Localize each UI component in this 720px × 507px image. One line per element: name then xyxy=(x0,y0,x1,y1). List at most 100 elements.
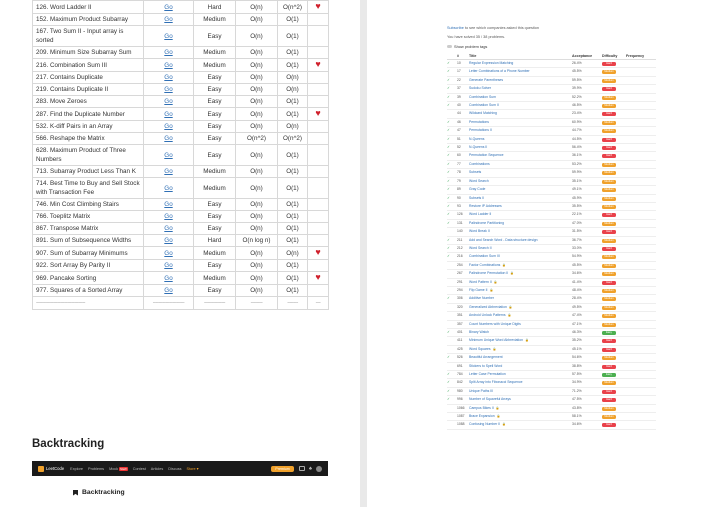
go-link[interactable]: Go xyxy=(164,86,172,93)
go-link[interactable]: Go xyxy=(164,262,172,269)
problem-title-link[interactable]: Combination Sum II xyxy=(469,103,499,107)
col-acceptance[interactable]: Acceptance xyxy=(572,52,602,60)
problem-name-cell: 867. Transpose Matrix xyxy=(32,222,144,235)
go-link[interactable]: Go xyxy=(164,250,172,257)
right-document-page: Subscribe to see which companies asked t… xyxy=(367,0,720,507)
problem-title-link[interactable]: N-Queens II xyxy=(469,145,487,149)
problem-title-link[interactable]: Gray Code xyxy=(469,187,485,191)
problem-title-link[interactable]: Factor Combinations xyxy=(469,263,500,267)
go-link[interactable]: Go xyxy=(164,74,172,81)
problem-title-link[interactable]: Permutations xyxy=(469,120,489,124)
time-complexity-cell: O(n) xyxy=(235,46,278,59)
favorite-cell: ♥ xyxy=(307,271,329,285)
go-link[interactable]: Go xyxy=(164,237,172,244)
problem-title-link[interactable]: Flip Game II xyxy=(469,288,487,292)
problem-title-link[interactable]: Count Numbers with Unique Digits xyxy=(469,322,521,326)
toggle-switch[interactable] xyxy=(447,45,452,48)
problem-title-link[interactable]: Add and Search Word - Data structure des… xyxy=(469,238,538,242)
problem-title-link[interactable]: Subsets II xyxy=(469,196,484,200)
problem-title-link[interactable]: Combination Sum III xyxy=(469,254,500,258)
problem-title-link[interactable]: Word Pattern II xyxy=(469,280,492,284)
go-link[interactable]: Go xyxy=(164,168,172,175)
space-complexity-text: O(1) xyxy=(286,225,299,232)
problem-name-cell: 283. Move Zeroes xyxy=(32,95,144,108)
problem-title-link[interactable]: Unique Paths III xyxy=(469,389,493,393)
go-link[interactable]: Go xyxy=(164,152,172,159)
acceptance-rate: 58.1% xyxy=(572,412,602,422)
problem-title-link[interactable]: Additive Number xyxy=(469,296,494,300)
go-link[interactable]: Go xyxy=(164,49,172,56)
problem-title-link[interactable]: Permutation Sequence xyxy=(469,153,504,157)
go-link[interactable]: Go xyxy=(164,4,172,11)
problem-title-link[interactable]: Combination Sum xyxy=(469,95,496,99)
go-link[interactable]: Go xyxy=(164,287,172,294)
problem-title-link[interactable]: Minimum Unique Word Abbreviation xyxy=(469,338,523,342)
lock-icon: 🔒 xyxy=(502,262,507,267)
col-title[interactable]: Title xyxy=(469,52,572,60)
problem-title-link[interactable]: Permutations II xyxy=(469,128,492,132)
problem-title-link[interactable]: Word Ladder II xyxy=(469,212,491,216)
go-link[interactable]: Go xyxy=(164,111,172,118)
problem-title-link[interactable]: Word Squares xyxy=(469,347,491,351)
problem-title-link[interactable]: Number of Squareful Arrays xyxy=(469,397,511,401)
problem-title-link[interactable]: Campus Bikes II xyxy=(469,406,494,410)
go-link[interactable]: Go xyxy=(164,213,172,220)
list-item: ✓ 996 Number of Squareful Arrays 47.5% Hard xyxy=(447,395,656,405)
problem-title-link[interactable]: Stickers to Spell Word xyxy=(469,364,502,368)
problem-title-link[interactable]: Palindrome Partitioning xyxy=(469,221,504,225)
difficulty-badge: Medium xyxy=(602,70,616,75)
col-frequency[interactable]: Frequency xyxy=(626,52,656,60)
problem-name-text: 766. Toeplitz Matrix xyxy=(36,213,91,220)
acceptance-rate: 48.4% xyxy=(572,286,602,296)
go-link[interactable]: Go xyxy=(164,62,172,69)
problem-title-cell: Generate Parentheses xyxy=(469,76,572,86)
problem-title-link[interactable]: Sudoku Solver xyxy=(469,86,491,90)
acceptance-rate: 59.9% xyxy=(572,168,602,178)
problem-title-link[interactable]: Wildcard Matching xyxy=(469,111,497,115)
col-number[interactable]: # xyxy=(457,52,469,60)
difficulty-cell: Medium xyxy=(193,177,236,199)
list-item: ✓ 40 Combination Sum II 46.5% Medium xyxy=(447,101,656,111)
col-difficulty[interactable]: Difficulty xyxy=(602,52,626,60)
problem-title-link[interactable]: Word Search II xyxy=(469,246,492,250)
go-link[interactable]: Go xyxy=(164,135,172,142)
problem-title-link[interactable]: Brace Expansion xyxy=(469,414,495,418)
problem-number: 22 xyxy=(457,76,469,86)
problem-title-link[interactable]: Subsets xyxy=(469,170,481,174)
go-link[interactable]: Go xyxy=(164,201,172,208)
time-complexity-cell: O(n) xyxy=(235,284,278,297)
problem-title-cell: Wildcard Matching xyxy=(469,109,572,119)
go-link[interactable]: Go xyxy=(164,123,172,130)
problem-title-link[interactable]: Word Break II xyxy=(469,229,490,233)
go-link[interactable]: Go xyxy=(164,225,172,232)
subscribe-link[interactable]: Subscribe xyxy=(447,26,464,30)
problem-title-link[interactable]: Generate Parentheses xyxy=(469,78,503,82)
problem-title-link[interactable]: Beautiful Arrangement xyxy=(469,355,503,359)
problem-title-link[interactable]: Palindrome Permutation II xyxy=(469,271,508,275)
problem-title-link[interactable]: N-Queens xyxy=(469,137,484,141)
acceptance-rate: 39.9% xyxy=(572,84,602,94)
go-link[interactable]: Go xyxy=(164,33,172,40)
difficulty-cell: Medium xyxy=(602,126,626,136)
go-link[interactable]: Go xyxy=(164,16,172,23)
problem-title-link[interactable]: Split Array into Fibonacci Sequence xyxy=(469,380,523,384)
problem-title-link[interactable]: Regular Expression Matching xyxy=(469,61,513,65)
list-item: ✓ 216 Combination Sum III 54.9% Medium xyxy=(447,252,656,262)
problem-title-link[interactable]: Restore IP Addresses xyxy=(469,204,502,208)
problem-title-cell: Count Numbers with Unique Digits xyxy=(469,320,572,330)
problem-title-link[interactable]: Generalized Abbreviation xyxy=(469,305,507,309)
problem-title-link[interactable]: Word Search xyxy=(469,179,489,183)
problem-title-link[interactable]: Letter Combinations of a Phone Number xyxy=(469,69,530,73)
problem-title-link[interactable]: Combinations xyxy=(469,162,490,166)
show-tags-toggle[interactable]: Show problem tags xyxy=(447,44,487,49)
go-link[interactable]: Go xyxy=(164,98,172,105)
problem-title-link[interactable]: Binary Watch xyxy=(469,330,489,334)
go-link[interactable]: Go xyxy=(164,275,172,282)
go-link[interactable]: Go xyxy=(164,185,172,192)
difficulty-badge: Hard xyxy=(602,423,616,428)
frequency-cell xyxy=(626,278,656,287)
problem-title-link[interactable]: Letter Case Permutation xyxy=(469,372,506,376)
list-item: ✓ 17 Letter Combinations of a Phone Number… xyxy=(447,67,656,77)
problem-title-link[interactable]: Android Unlock Patterns xyxy=(469,313,506,317)
problem-title-link[interactable]: Confusing Number II xyxy=(469,422,500,426)
